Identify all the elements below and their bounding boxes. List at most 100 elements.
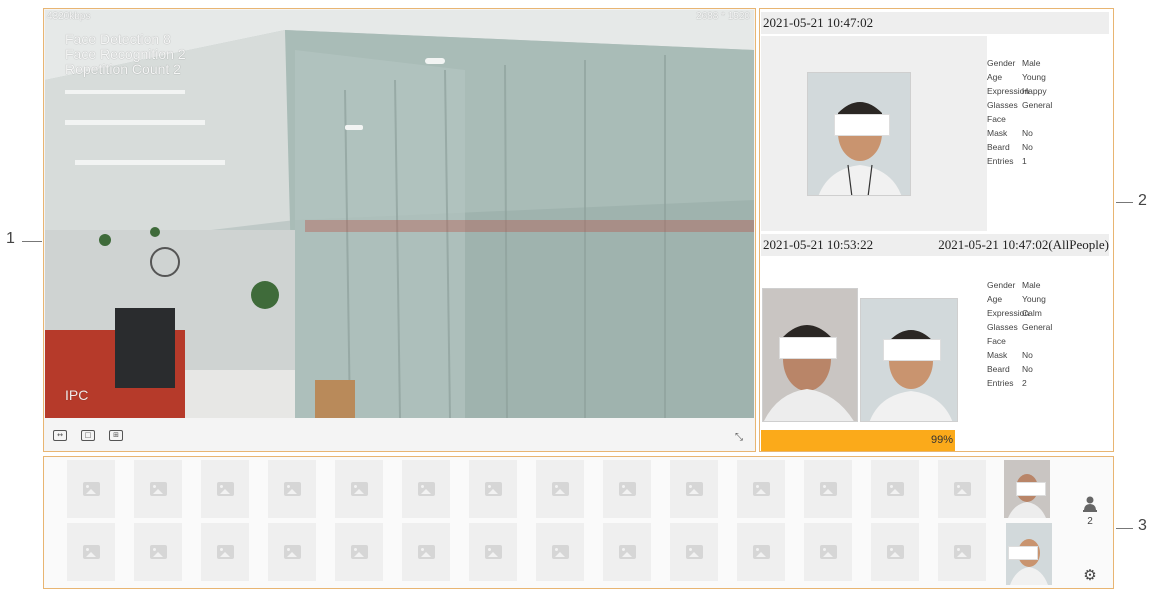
empty-snapshot-slot [603,523,651,581]
empty-snapshot-slot [67,460,115,518]
attr-row: ExpressionCalm [987,308,1042,318]
person-count: 2 [1087,516,1093,527]
strip-face-thumbnail[interactable] [1004,460,1050,518]
image-placeholder-icon [283,482,301,496]
image-placeholder-icon [283,545,301,559]
privacy-mask [1008,546,1038,560]
empty-snapshot-slot [402,460,450,518]
callout-1: 1 [6,230,15,247]
attr-row: Entries 1 [987,156,1027,166]
image-placeholder-icon [685,545,703,559]
attr-row: Age Young [987,72,1046,82]
empty-snapshot-slot [201,460,249,518]
bitrate-osd: 4320kbps [47,11,91,22]
privacy-mask [1016,482,1046,496]
similarity-label: 99% [930,434,953,446]
empty-snapshot-slot [335,460,383,518]
image-placeholder-icon [886,545,904,559]
attr-row: Beard No [987,142,1033,152]
fit-window-icon[interactable]: ↔ [53,430,67,441]
record-1-face-snapshot[interactable] [807,72,911,196]
empty-snapshot-slot [670,523,718,581]
empty-snapshot-slot [268,523,316,581]
record-1-attributes: Gender Male Age Young ExpressionHappy Glas… [987,56,1052,168]
record-2-header: 2021-05-21 10:53:22 2021-05-21 10:47:02(… [761,234,1109,256]
attr-row: Beard No [987,364,1033,374]
empty-snapshot-slot [469,523,517,581]
empty-snapshot-slot [737,460,785,518]
image-placeholder-icon [417,545,435,559]
empty-snapshot-slot [871,523,919,581]
callout-3: 3 [1138,517,1147,534]
image-placeholder-icon [82,545,100,559]
privacy-mask [779,337,837,359]
image-placeholder-icon [484,482,502,496]
image-placeholder-icon [551,482,569,496]
record-2-match-time: 2021-05-21 10:47:02(AllPeople) [938,237,1109,252]
snapshot-strip: 2 ⚙ [43,456,1114,589]
record-1-header: 2021-05-21 10:47:02 [761,12,1109,34]
strip-face-thumbnail[interactable] [1006,523,1052,585]
privacy-mask [883,339,941,361]
live-video[interactable]: 4320kbps 2688 * 1520 Face Detection 8 Fa… [45,10,754,418]
camera-label: IPC [65,387,89,403]
fullscreen-icon[interactable]: ⤡ [733,432,745,444]
callout-2: 2 [1138,192,1147,209]
settings-icon[interactable]: ⚙ [1082,567,1098,583]
record-2-capture-snapshot[interactable] [762,288,858,422]
attr-row: Gender Male [987,58,1041,68]
image-placeholder-icon [819,545,837,559]
attr-row: ExpressionHappy [987,86,1047,96]
repetition-count: Repetition Count 2 [65,61,181,77]
resolution-osd: 2688 * 1520 [696,11,750,22]
empty-snapshot-slot [201,523,249,581]
record-2-snapshot-area [761,258,987,451]
image-placeholder-icon [685,482,703,496]
image-placeholder-icon [551,545,569,559]
empty-snapshot-slot [804,460,852,518]
attr-row: Glasses General [987,322,1053,332]
empty-snapshot-slot [335,523,383,581]
original-size-icon[interactable]: □ [81,430,95,441]
image-placeholder-icon [953,482,971,496]
empty-snapshot-slot [67,523,115,581]
record-1-snapshot-area [761,36,987,231]
empty-snapshot-slot [804,523,852,581]
region-zoom-icon[interactable]: ⊞ [109,430,123,441]
empty-snapshot-slot [871,460,919,518]
empty-snapshot-slot [737,523,785,581]
image-placeholder-icon [216,482,234,496]
empty-snapshot-slot [536,523,584,581]
record-2-time: 2021-05-21 10:53:22 [763,237,874,252]
attr-row: Entries 2 [987,378,1027,388]
empty-snapshot-slot [536,460,584,518]
image-placeholder-icon [752,545,770,559]
image-placeholder-icon [618,545,636,559]
image-placeholder-icon [417,482,435,496]
person-icon [1083,496,1097,512]
empty-snapshot-slot [134,460,182,518]
image-placeholder-icon [149,482,167,496]
empty-snapshot-slot [938,460,986,518]
empty-snapshot-slot [938,523,986,581]
image-placeholder-icon [752,482,770,496]
empty-snapshot-slot [134,523,182,581]
live-view-panel: 4320kbps 2688 * 1520 Face Detection 8 Fa… [43,8,756,452]
record-2-library-snapshot[interactable] [860,298,958,422]
image-placeholder-icon [953,545,971,559]
attr-row: Face Mask No [987,336,1033,360]
image-placeholder-icon [149,545,167,559]
record-2-attributes: Gender Male Age Young ExpressionCalm Glass… [987,278,1052,390]
video-toolbar: ↔ □ ⊞ ⤡ [44,419,755,451]
empty-snapshot-slot [402,523,450,581]
callout-1-line [22,241,42,242]
attr-row: Age Young [987,294,1046,304]
image-placeholder-icon [82,482,100,496]
attr-row: Face Mask No [987,114,1033,138]
image-placeholder-icon [350,545,368,559]
image-placeholder-icon [886,482,904,496]
empty-snapshot-slot [670,460,718,518]
record-1-time: 2021-05-21 10:47:02 [763,15,874,30]
face-record-panel: 2021-05-21 10:47:02 Gender Male Age Young … [759,8,1114,452]
face-stats-osd: Face Detection 8 Face Recognition 2 Repe… [65,32,186,77]
